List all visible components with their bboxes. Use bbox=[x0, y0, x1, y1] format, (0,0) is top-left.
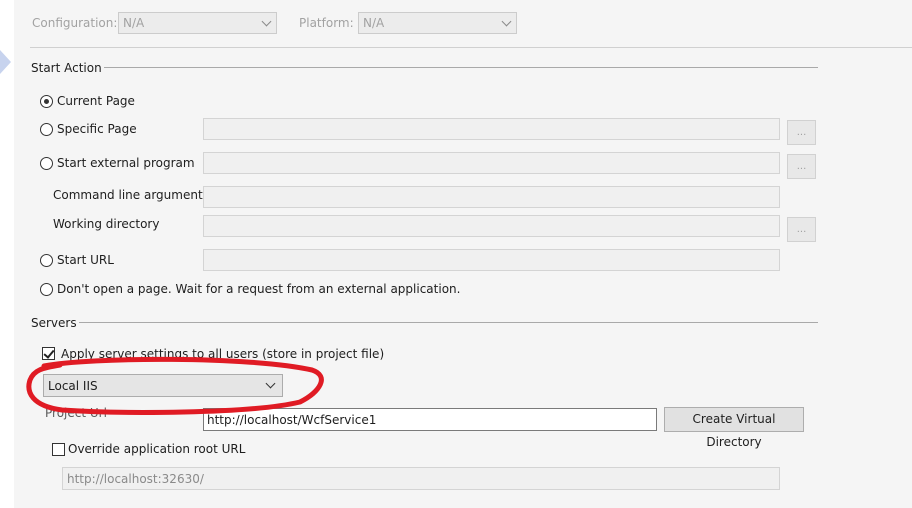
platform-dropdown[interactable]: N/A bbox=[358, 12, 517, 34]
external-program-field[interactable] bbox=[203, 152, 780, 174]
checkmark-icon bbox=[43, 347, 55, 359]
radio-selected-dot bbox=[44, 99, 49, 104]
working-directory-label: Working directory bbox=[53, 217, 160, 231]
apply-settings-checkbox[interactable] bbox=[42, 347, 55, 360]
command-line-arguments-label: Command line arguments bbox=[53, 188, 209, 202]
specific-page-field[interactable] bbox=[203, 118, 780, 140]
current-page-radio[interactable] bbox=[40, 95, 53, 108]
apply-settings-label[interactable]: Apply server settings to all users (stor… bbox=[61, 347, 384, 361]
working-directory-field[interactable] bbox=[203, 215, 780, 237]
header-divider bbox=[30, 47, 912, 48]
configuration-value: N/A bbox=[123, 16, 145, 30]
platform-value: N/A bbox=[363, 16, 385, 30]
create-virtual-directory-button[interactable]: Create Virtual Directory bbox=[664, 407, 804, 449]
specific-page-label[interactable]: Specific Page bbox=[57, 122, 137, 136]
external-program-browse-button[interactable]: ... bbox=[787, 154, 816, 179]
specific-page-radio[interactable] bbox=[40, 123, 53, 136]
selected-tab-indicator bbox=[0, 50, 11, 74]
dont-open-radio[interactable] bbox=[40, 283, 53, 296]
server-type-value: Local IIS bbox=[48, 379, 98, 393]
dont-open-label[interactable]: Don't open a page. Wait for a request fr… bbox=[57, 282, 460, 296]
override-root-url-field[interactable]: http://localhost:32630/ bbox=[62, 467, 780, 490]
servers-divider bbox=[79, 322, 818, 323]
chevron-down-icon bbox=[265, 378, 276, 389]
project-url-input[interactable]: http://localhost/WcfService1 bbox=[203, 408, 657, 431]
start-action-divider bbox=[104, 67, 818, 68]
chevron-down-icon bbox=[501, 16, 512, 27]
specific-page-browse-button[interactable]: ... bbox=[787, 120, 816, 145]
start-url-field[interactable] bbox=[203, 249, 780, 271]
configuration-label: Configuration: bbox=[32, 16, 118, 30]
configuration-dropdown[interactable]: N/A bbox=[118, 12, 277, 34]
command-line-arguments-field[interactable] bbox=[203, 186, 780, 208]
project-url-label: Project Url bbox=[45, 406, 107, 420]
start-external-program-label[interactable]: Start external program bbox=[57, 156, 195, 170]
current-page-label[interactable]: Current Page bbox=[57, 94, 135, 108]
platform-label: Platform: bbox=[299, 16, 354, 30]
working-directory-browse-button[interactable]: ... bbox=[787, 217, 816, 242]
start-external-program-radio[interactable] bbox=[40, 157, 53, 170]
start-url-radio[interactable] bbox=[40, 254, 53, 267]
start-action-title: Start Action bbox=[31, 61, 102, 75]
server-type-dropdown[interactable]: Local IIS bbox=[43, 374, 283, 397]
start-url-label[interactable]: Start URL bbox=[57, 253, 114, 267]
override-root-checkbox[interactable] bbox=[52, 443, 65, 456]
override-root-label[interactable]: Override application root URL bbox=[68, 442, 245, 456]
chevron-down-icon bbox=[261, 16, 272, 27]
servers-title: Servers bbox=[31, 316, 77, 330]
left-strip bbox=[0, 0, 14, 508]
